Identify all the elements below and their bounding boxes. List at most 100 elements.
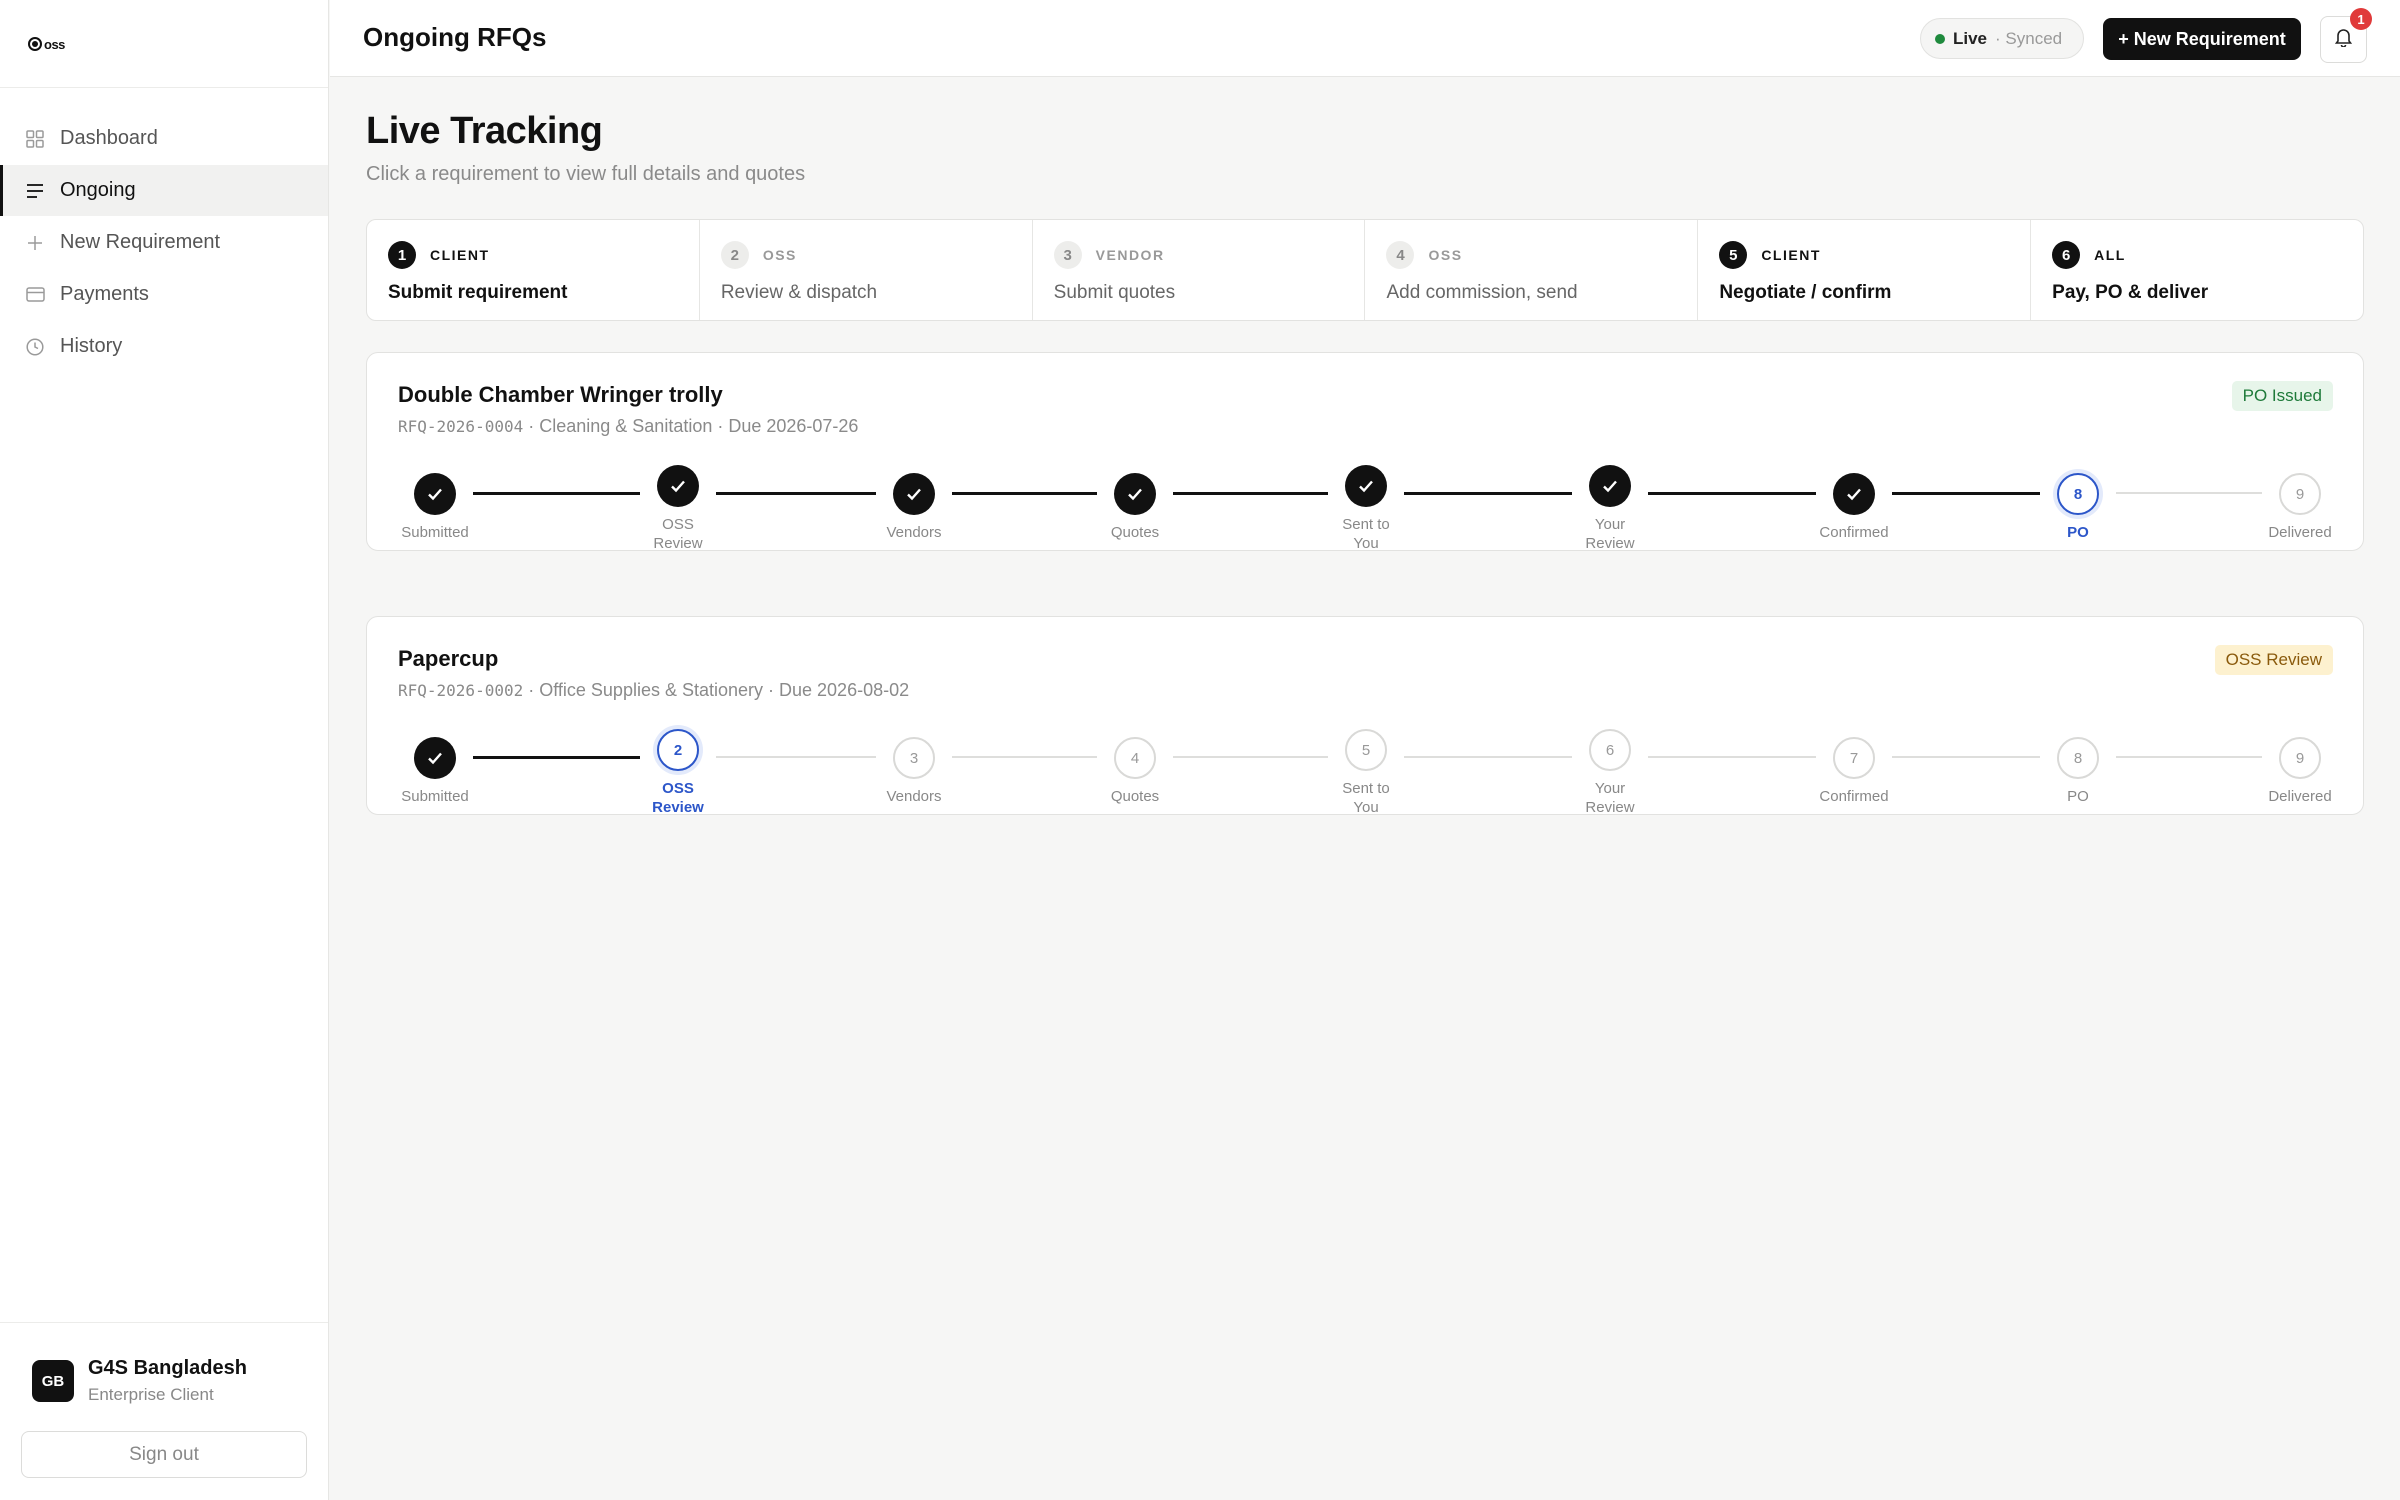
avatar: GB xyxy=(32,1360,74,1402)
notification-count-badge: 1 xyxy=(2350,8,2372,30)
process-step: 5 CLIENT Negotiate / confirm xyxy=(1698,220,2032,320)
stage-label: Confirmed xyxy=(1819,788,1889,805)
sidebar: oss Dashboard Ongoing New Requirement Pa… xyxy=(0,0,329,1500)
progress-connector xyxy=(473,756,640,759)
process-step-role: CLIENT xyxy=(1761,247,1821,263)
synced-status-text: · Synced xyxy=(1995,28,2063,48)
process-steps-bar: 1 CLIENT Submit requirement 2 OSS Review & di… xyxy=(366,219,2364,321)
progress-connector xyxy=(1173,492,1328,495)
progress-connector xyxy=(1648,492,1816,495)
stage-node: 8 xyxy=(2057,473,2099,515)
stage-label: Confirmed xyxy=(1819,524,1889,541)
page-title: Live Tracking xyxy=(366,110,603,152)
requirement-card[interactable]: Papercup RFQ-2026-0002 · Office Supplies… xyxy=(366,616,2365,816)
completed-stage-node xyxy=(657,465,699,507)
logo-icon xyxy=(28,37,42,51)
logo-text: oss xyxy=(44,36,65,52)
stage-label: OSS Review xyxy=(652,780,704,816)
process-step-role: ALL xyxy=(2094,247,2126,263)
stage-node: 9 xyxy=(2279,473,2321,515)
process-step-role: VENDOR xyxy=(1095,247,1165,263)
process-step-number: 1 xyxy=(388,241,416,269)
sidebar-footer-divider xyxy=(0,1322,328,1323)
process-step-label: Submit requirement xyxy=(388,282,568,303)
process-step-header: 3 VENDOR xyxy=(1053,240,1365,270)
live-status-dot xyxy=(1935,33,1945,44)
progress-connector xyxy=(1892,492,2040,495)
completed-stage-node xyxy=(414,737,456,779)
sync-status-pill: Live · Synced xyxy=(1920,18,2084,59)
sidebar-item-ongoing[interactable]: Ongoing xyxy=(0,165,328,216)
stage-node: 8 xyxy=(2057,737,2099,779)
process-step-label: Negotiate / confirm xyxy=(1719,282,1892,303)
stage-node: 7 xyxy=(1833,737,1875,779)
sidebar-item-payments[interactable]: Payments xyxy=(0,269,328,320)
completed-stage-node xyxy=(893,473,935,515)
process-step: 4 OSS Add commission, send xyxy=(1365,220,1699,320)
stage-label: Vendors xyxy=(886,788,942,805)
sidebar-item-dashboard[interactable]: Dashboard xyxy=(0,113,328,164)
process-step: 6 ALL Pay, PO & deliver xyxy=(2031,220,2363,320)
page-subtitle: Click a requirement to view full details… xyxy=(366,163,806,185)
grid-icon xyxy=(24,128,46,150)
stage-label: Quotes xyxy=(1110,524,1160,541)
sidebar-item-label: History xyxy=(60,335,123,357)
sidebar-item-new-requirement[interactable]: New Requirement xyxy=(0,217,328,268)
stage-label: PO xyxy=(2067,524,2089,541)
process-step-label: Pay, PO & deliver xyxy=(2052,282,2209,303)
stage-label: Vendors xyxy=(886,524,942,541)
stage-label: Your Review xyxy=(1585,780,1635,816)
process-step: 2 OSS Review & dispatch xyxy=(700,220,1033,320)
completed-stage-node xyxy=(1345,465,1387,507)
completed-stage-node xyxy=(1114,473,1156,515)
live-status-text: Live xyxy=(1953,28,1988,48)
progress-tracker: Submitted OSS Review Vendors Quotes Sent to … xyxy=(367,353,2365,552)
stage-label: Quotes xyxy=(1110,788,1160,805)
process-step-header: 5 CLIENT xyxy=(1719,240,2030,270)
sidebar-item-label: Payments xyxy=(60,283,149,305)
completed-stage-node xyxy=(1589,465,1631,507)
user-role: Enterprise Client xyxy=(88,1385,214,1404)
completed-stage-node xyxy=(414,473,456,515)
progress-tracker: Submitted 2 OSS Review 3 Vendors 4 Quotes 5 Sent… xyxy=(367,617,2365,816)
check-icon xyxy=(1128,488,1142,501)
page-header-title: Ongoing RFQs xyxy=(363,22,547,52)
stage-node: 9 xyxy=(2279,737,2321,779)
plus-icon xyxy=(24,232,46,254)
progress-connector xyxy=(716,756,876,758)
sign-out-button[interactable]: Sign out xyxy=(21,1431,307,1478)
process-step-label: Submit quotes xyxy=(1053,282,1176,303)
stage-label: Delivered xyxy=(2268,524,2332,541)
process-step-number: 4 xyxy=(1386,241,1415,269)
process-step-label: Review & dispatch xyxy=(720,282,878,303)
progress-connector xyxy=(1404,492,1572,495)
requirement-card[interactable]: Double Chamber Wringer trolly RFQ-2026-0… xyxy=(366,352,2365,552)
completed-stage-node xyxy=(1833,473,1875,515)
new-requirement-button[interactable]: + New Requirement xyxy=(2103,18,2301,60)
stage-label: Submitted xyxy=(401,524,469,541)
stage-label: Your Review xyxy=(1585,516,1635,552)
process-step-label: Add commission, send xyxy=(1386,282,1578,303)
progress-connector xyxy=(2116,756,2262,758)
process-step-number: 5 xyxy=(1719,241,1748,269)
check-icon xyxy=(1603,480,1617,493)
top-bar: Ongoing RFQs Live · Synced + New Require… xyxy=(330,0,2400,77)
sidebar-item-history[interactable]: History xyxy=(0,321,328,372)
process-step-header: 4 OSS xyxy=(1386,240,1697,270)
app-logo[interactable]: oss xyxy=(28,30,65,58)
process-step: 1 CLIENT Submit requirement xyxy=(367,220,700,320)
stage-label: Submitted xyxy=(401,788,469,805)
stage-label: Delivered xyxy=(2268,788,2332,805)
stage-label: Sent to You xyxy=(1342,516,1390,552)
progress-connector xyxy=(1404,756,1572,758)
process-step-number: 3 xyxy=(1053,241,1082,269)
check-icon xyxy=(1359,480,1373,493)
sidebar-divider xyxy=(0,87,328,88)
progress-connector xyxy=(473,492,640,495)
process-step-header: 2 OSS xyxy=(720,240,1032,270)
clock-icon xyxy=(24,336,46,358)
check-icon xyxy=(1847,488,1861,501)
process-step-role: CLIENT xyxy=(430,247,490,263)
check-icon xyxy=(907,488,921,501)
user-name: G4S Bangladesh xyxy=(88,1357,247,1379)
